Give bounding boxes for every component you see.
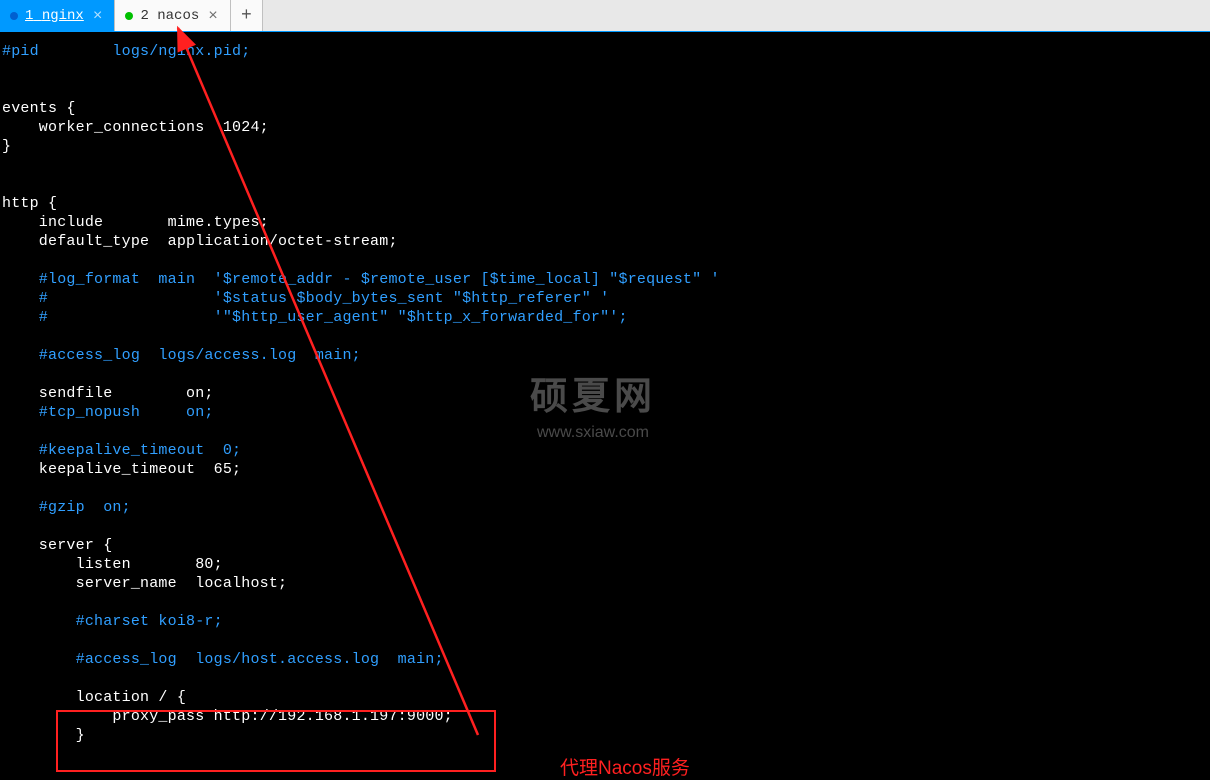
code-line: server_name localhost; [2,574,1208,593]
close-icon[interactable]: × [206,8,220,24]
code-line [2,61,1208,80]
code-line: #keepalive_timeout 0; [2,441,1208,460]
code-line: include mime.types; [2,213,1208,232]
code-line [2,80,1208,99]
code-line [2,156,1208,175]
tab-nacos[interactable]: 2 nacos × [115,0,230,31]
tab-nginx[interactable]: 1 nginx × [0,0,115,31]
code-line: # '"$http_user_agent" "$http_x_forwarded… [2,308,1208,327]
tab-label: 1 nginx [25,8,84,24]
code-line: #pid logs/nginx.pid; [2,42,1208,61]
code-line: proxy_pass http://192.168.1.197:9000; [2,707,1208,726]
code-line: sendfile on; [2,384,1208,403]
tab-label: 2 nacos [140,8,199,24]
code-line: keepalive_timeout 65; [2,460,1208,479]
code-line: #tcp_nopush on; [2,403,1208,422]
code-line: } [2,137,1208,156]
tab-bar: 1 nginx × 2 nacos × + [0,0,1210,32]
code-line: # '$status $body_bytes_sent "$http_refer… [2,289,1208,308]
code-line [2,175,1208,194]
code-line: server { [2,536,1208,555]
code-line [2,422,1208,441]
status-dot-icon [125,12,133,20]
annotation-text: 代理Nacos服务 [560,753,690,780]
code-line [2,517,1208,536]
code-line: #access_log logs/host.access.log main; [2,650,1208,669]
status-dot-icon [10,12,18,20]
code-line [2,365,1208,384]
code-line: events { [2,99,1208,118]
code-line [2,669,1208,688]
code-line: default_type application/octet-stream; [2,232,1208,251]
code-line: #access_log logs/access.log main; [2,346,1208,365]
add-tab-button[interactable]: + [231,0,263,31]
code-line [2,251,1208,270]
code-line [2,593,1208,612]
code-line: http { [2,194,1208,213]
code-line [2,327,1208,346]
code-line: worker_connections 1024; [2,118,1208,137]
code-line: } [2,726,1208,745]
code-line: #gzip on; [2,498,1208,517]
close-icon[interactable]: × [91,8,105,24]
terminal-area[interactable]: #pid logs/nginx.pid; events { worker_con… [0,32,1210,747]
code-line: #charset koi8-r; [2,612,1208,631]
code-line [2,479,1208,498]
code-line: #log_format main '$remote_addr - $remote… [2,270,1208,289]
code-line [2,631,1208,650]
code-line: location / { [2,688,1208,707]
code-line: listen 80; [2,555,1208,574]
